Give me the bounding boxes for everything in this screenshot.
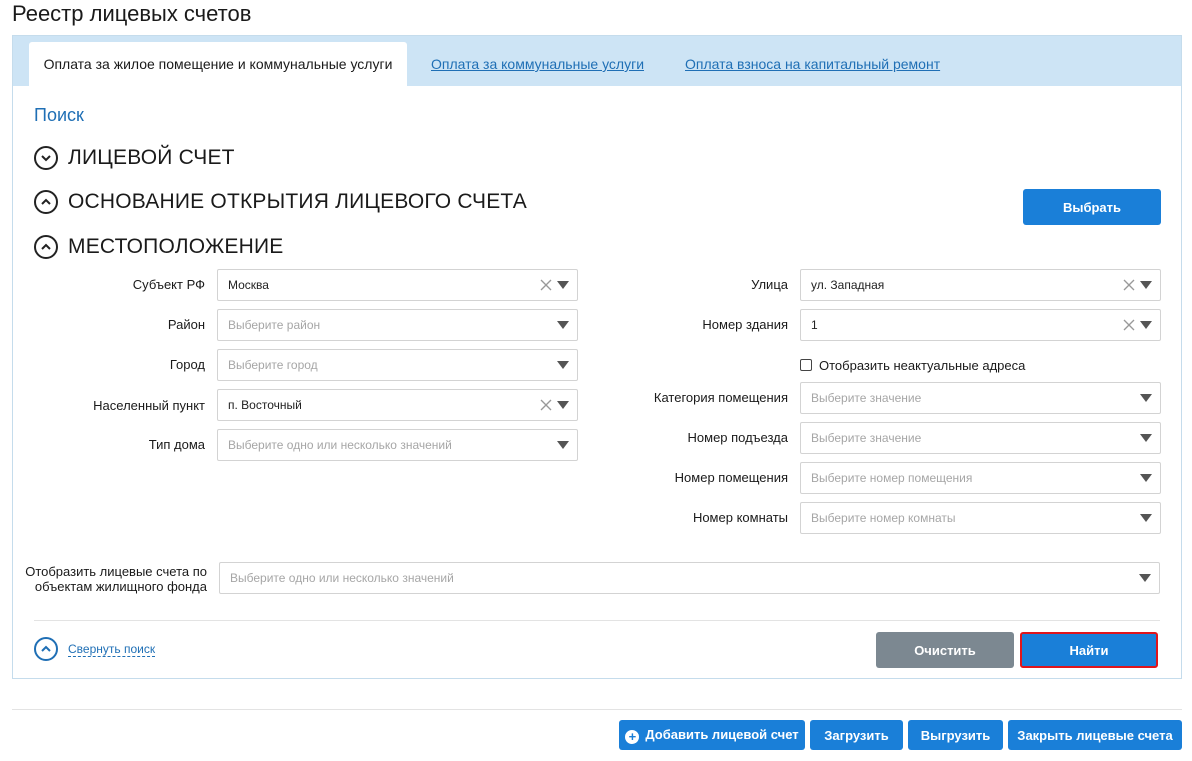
- caret-down-icon[interactable]: [1140, 321, 1152, 329]
- collapse-search-label[interactable]: Свернуть поиск: [68, 642, 156, 657]
- tab-housing-and-utilities[interactable]: Оплата за жилое помещение и коммунальные…: [29, 42, 407, 86]
- housing-objects-label-line2: объектам жилищного фонда: [34, 579, 207, 594]
- add-account-label: Добавить лицевой счет: [645, 726, 799, 742]
- city-label: Город: [169, 357, 205, 372]
- premises-number-select[interactable]: Выберите номер помещения: [800, 462, 1161, 494]
- caret-down-icon[interactable]: [557, 321, 569, 329]
- premises-number-label: Номер помещения: [674, 470, 788, 485]
- entrance-label: Номер подъезда: [687, 430, 788, 445]
- premises-category-select[interactable]: Выберите значение: [800, 382, 1161, 414]
- close-icon[interactable]: [1122, 278, 1136, 292]
- city-placeholder: Выберите город: [228, 358, 318, 372]
- city-select[interactable]: Выберите город: [217, 349, 578, 381]
- tab-utilities[interactable]: Оплата за коммунальные услуги: [431, 42, 644, 86]
- settlement-select[interactable]: п. Восточный: [217, 389, 578, 421]
- housing-objects-placeholder: Выберите одно или несколько значений: [230, 571, 454, 585]
- premises-category-placeholder: Выберите значение: [811, 391, 922, 405]
- district-select[interactable]: Выберите район: [217, 309, 578, 341]
- plus-circle-icon: +: [625, 729, 640, 744]
- street-value: ул. Западная: [811, 278, 885, 292]
- section-basis-label: ОСНОВАНИЕ ОТКРЫТИЯ ЛИЦЕВОГО СЧЕТА: [68, 190, 527, 213]
- find-button[interactable]: Найти: [1020, 632, 1158, 668]
- add-account-button[interactable]: + Добавить лицевой счет: [619, 720, 805, 750]
- caret-down-icon[interactable]: [557, 401, 569, 409]
- chevron-up-circle-icon: [34, 235, 58, 259]
- clear-button[interactable]: Очистить: [876, 632, 1014, 668]
- section-account-label: ЛИЦЕВОЙ СЧЕТ: [68, 146, 235, 169]
- caret-down-icon[interactable]: [1140, 434, 1152, 442]
- section-location[interactable]: МЕСТОПОЛОЖЕНИЕ: [34, 232, 284, 262]
- show-inactive-label: Отобразить неактуальные адреса: [819, 357, 1026, 373]
- tab-bar: Оплата за жилое помещение и коммунальные…: [13, 36, 1181, 86]
- caret-down-icon[interactable]: [1140, 474, 1152, 482]
- subject-label: Субъект РФ: [132, 277, 205, 292]
- caret-down-icon[interactable]: [1140, 514, 1152, 522]
- housing-objects-select[interactable]: Выберите одно или несколько значений: [219, 562, 1160, 594]
- chevron-down-circle-icon: [34, 146, 58, 170]
- upload-button[interactable]: Загрузить: [810, 720, 903, 750]
- chevron-up-circle-icon: [34, 190, 58, 214]
- close-icon[interactable]: [539, 278, 553, 292]
- street-label: Улица: [751, 277, 788, 292]
- search-title: Поиск: [34, 105, 84, 125]
- search-panel: Оплата за жилое помещение и коммунальные…: [12, 35, 1182, 679]
- house-type-label: Тип дома: [148, 437, 205, 452]
- housing-objects-label-line1: Отобразить лицевые счета по: [25, 564, 207, 579]
- close-icon[interactable]: [539, 398, 553, 412]
- building-select[interactable]: 1: [800, 309, 1161, 341]
- section-location-label: МЕСТОПОЛОЖЕНИЕ: [68, 235, 284, 258]
- divider: [34, 620, 1160, 621]
- house-type-placeholder: Выберите одно или несколько значений: [228, 438, 452, 452]
- room-number-label: Номер комнаты: [692, 510, 788, 525]
- show-inactive-checkbox[interactable]: [800, 359, 812, 371]
- close-icon[interactable]: [1122, 318, 1136, 332]
- room-number-select[interactable]: Выберите номер комнаты: [800, 502, 1161, 534]
- subject-select[interactable]: Москва: [217, 269, 578, 301]
- caret-down-icon[interactable]: [1140, 281, 1152, 289]
- room-number-placeholder: Выберите номер комнаты: [811, 511, 956, 525]
- select-button[interactable]: Выбрать: [1023, 189, 1161, 225]
- caret-down-icon[interactable]: [557, 361, 569, 369]
- entrance-select[interactable]: Выберите значение: [800, 422, 1161, 454]
- tab-capital-repair[interactable]: Оплата взноса на капитальный ремонт: [685, 42, 940, 86]
- caret-down-icon[interactable]: [557, 441, 569, 449]
- entrance-placeholder: Выберите значение: [811, 431, 922, 445]
- download-button[interactable]: Выгрузить: [908, 720, 1003, 750]
- page-title: Реестр лицевых счетов: [12, 1, 252, 26]
- housing-objects-label: Отобразить лицевые счета по объектам жил…: [21, 564, 207, 594]
- bottom-divider: [12, 709, 1182, 710]
- show-inactive-row[interactable]: Отобразить неактуальные адреса: [800, 356, 1025, 374]
- close-accounts-button[interactable]: Закрыть лицевые счета: [1008, 720, 1182, 750]
- caret-down-icon[interactable]: [557, 281, 569, 289]
- chevron-up-circle-icon: [34, 637, 58, 661]
- subject-value: Москва: [228, 278, 269, 292]
- district-placeholder: Выберите район: [228, 318, 321, 332]
- premises-number-placeholder: Выберите номер помещения: [811, 471, 973, 485]
- street-select[interactable]: ул. Западная: [800, 269, 1161, 301]
- building-value: 1: [811, 318, 818, 332]
- collapse-search[interactable]: Свернуть поиск: [34, 637, 156, 661]
- section-account[interactable]: ЛИЦЕВОЙ СЧЕТ: [34, 143, 235, 173]
- caret-down-icon[interactable]: [1139, 574, 1151, 582]
- district-label: Район: [167, 317, 205, 332]
- settlement-value: п. Восточный: [228, 398, 302, 412]
- premises-category-label: Категория помещения: [653, 390, 788, 405]
- section-basis[interactable]: ОСНОВАНИЕ ОТКРЫТИЯ ЛИЦЕВОГО СЧЕТА: [34, 187, 527, 217]
- building-label: Номер здания: [702, 317, 788, 332]
- house-type-select[interactable]: Выберите одно или несколько значений: [217, 429, 578, 461]
- settlement-label: Населенный пункт: [93, 398, 205, 413]
- caret-down-icon[interactable]: [1140, 394, 1152, 402]
